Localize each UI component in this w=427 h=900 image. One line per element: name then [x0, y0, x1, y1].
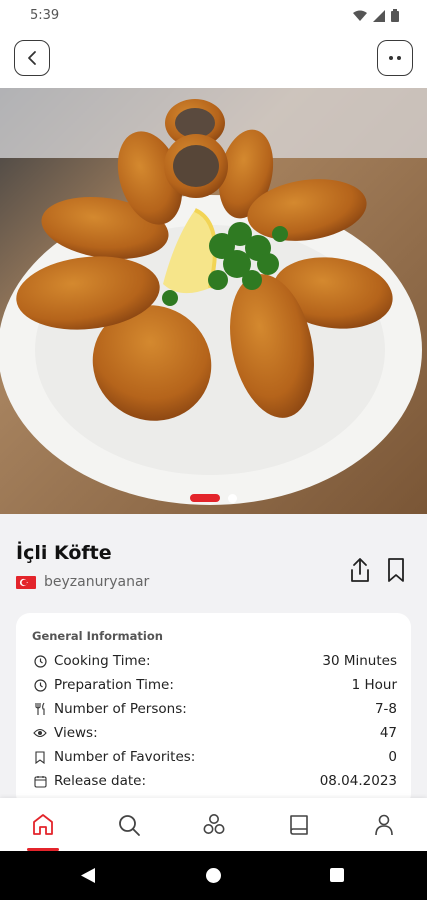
info-value: 08.04.2023	[319, 773, 397, 789]
system-navigation-bar	[0, 851, 427, 900]
status-icons	[353, 9, 399, 22]
nav-book[interactable]	[274, 798, 324, 851]
eye-icon	[32, 725, 48, 741]
info-value: 7-8	[374, 701, 397, 717]
recipe-title: İçli Köfte	[16, 542, 112, 564]
info-row-views: Views: 47	[32, 721, 397, 745]
calendar-icon	[32, 773, 48, 789]
general-information-card: General Information Cooking Time: 30 Min…	[16, 613, 411, 808]
info-label: Number of Persons:	[54, 701, 187, 717]
recipe-title-section: İçli Köfte beyzanuryanar	[0, 514, 427, 614]
author-name[interactable]: beyzanuryanar	[44, 574, 149, 590]
turkey-flag-icon	[16, 575, 36, 589]
categories-icon	[203, 813, 225, 834]
search-icon	[119, 814, 140, 836]
info-label: Release date:	[54, 773, 147, 789]
home-icon	[33, 813, 53, 835]
more-dots-icon	[389, 56, 401, 60]
profile-icon	[375, 814, 393, 835]
author-row[interactable]: beyzanuryanar	[16, 574, 149, 590]
wifi-icon	[353, 10, 367, 21]
recipe-image-carousel[interactable]	[0, 88, 427, 514]
info-label: Cooking Time:	[54, 653, 151, 669]
info-row-number-of-persons: Number of Persons: 7-8	[32, 697, 397, 721]
recipe-detail-screen: 5:39 İçli Köfte beyzanuryanar General In…	[0, 0, 427, 900]
info-row-release-date: Release date: 08.04.2023	[32, 769, 397, 793]
info-label: Views:	[54, 725, 98, 741]
battery-icon	[391, 9, 399, 22]
info-row-favorites: Number of Favorites: 0	[32, 745, 397, 769]
status-bar: 5:39	[0, 0, 427, 32]
carousel-indicator	[0, 492, 427, 504]
info-label: Preparation Time:	[54, 677, 174, 693]
more-options-button[interactable]	[377, 40, 413, 76]
clock-icon	[32, 677, 48, 693]
info-value: 47	[379, 725, 397, 741]
info-label: Number of Favorites:	[54, 749, 196, 765]
carousel-dot[interactable]	[228, 493, 237, 503]
share-button[interactable]	[347, 556, 373, 584]
bookmark-icon	[388, 558, 404, 582]
bookmark-icon	[32, 749, 48, 765]
nav-home[interactable]	[18, 798, 68, 851]
carousel-dot-active[interactable]	[190, 494, 220, 502]
recipe-photo	[0, 88, 427, 514]
back-button[interactable]	[14, 40, 50, 76]
book-icon	[290, 814, 308, 835]
utensils-icon	[32, 701, 48, 717]
system-back-icon[interactable]	[80, 867, 96, 884]
clock-icon	[32, 653, 48, 669]
nav-categories[interactable]	[189, 798, 239, 851]
bookmark-button[interactable]	[384, 556, 408, 584]
info-heading: General Information	[32, 629, 163, 643]
status-time: 5:39	[30, 8, 60, 23]
info-row-preparation-time: Preparation Time: 1 Hour	[32, 673, 397, 697]
bottom-navigation	[0, 798, 427, 851]
info-value: 30 Minutes	[322, 653, 397, 669]
info-value: 0	[388, 749, 397, 765]
chevron-left-icon	[28, 51, 36, 65]
header	[0, 32, 427, 88]
system-home-icon[interactable]	[206, 868, 221, 883]
system-recents-icon[interactable]	[330, 868, 344, 882]
info-row-cooking-time: Cooking Time: 30 Minutes	[32, 649, 397, 673]
signal-icon	[373, 9, 385, 22]
nav-profile[interactable]	[359, 798, 409, 851]
info-value: 1 Hour	[351, 677, 397, 693]
nav-search[interactable]	[104, 798, 154, 851]
share-icon	[351, 558, 369, 582]
